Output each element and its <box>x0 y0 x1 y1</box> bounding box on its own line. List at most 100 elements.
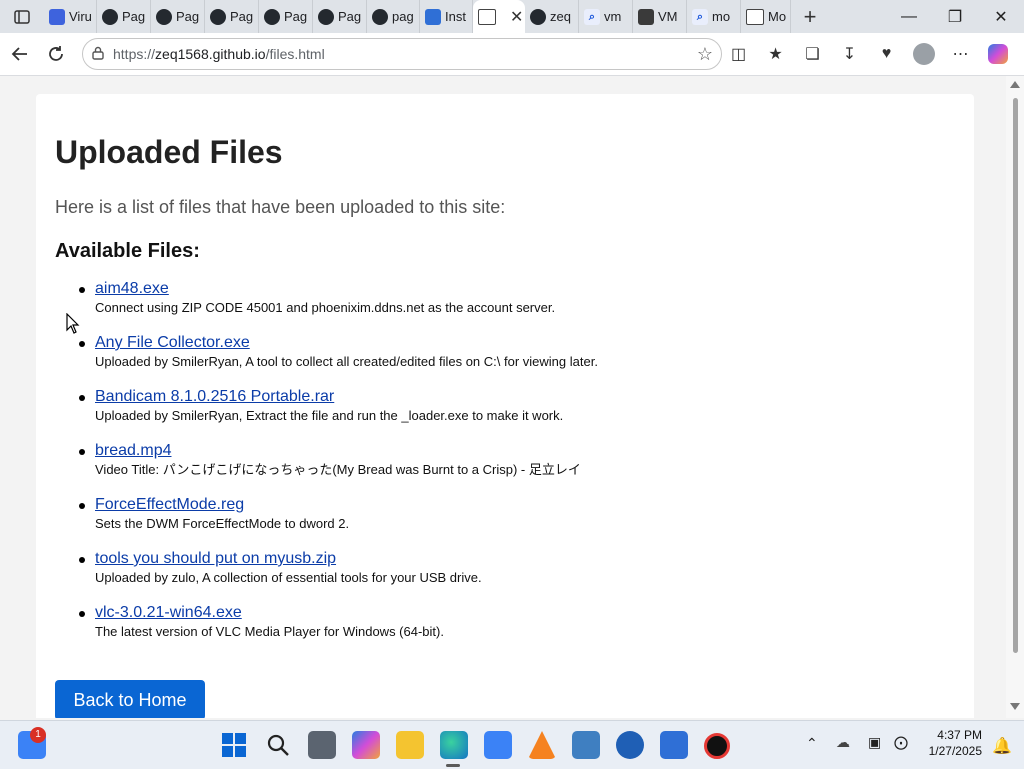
scroll-up-arrow-icon[interactable] <box>1010 81 1020 88</box>
notepad-icon[interactable] <box>660 731 688 759</box>
copilot-taskbar-icon[interactable] <box>352 731 380 759</box>
browser-tab[interactable]: Inst <box>420 0 473 33</box>
start-button[interactable] <box>220 731 248 759</box>
refresh-icon <box>49 46 63 61</box>
taskbar-search-icon[interactable] <box>264 731 292 759</box>
tab-title: pag <box>392 9 414 24</box>
volume-muted-icon[interactable]: ⨀ <box>894 734 908 751</box>
browser-toolbar: https://zeq1568.github.io/files.html ☆ ◫… <box>0 33 1024 76</box>
file-description: Sets the DWM ForceEffectMode to dword 2. <box>95 516 350 531</box>
toolbar-actions: ◫ ★ ❏ ↧ ♥ ⋯ <box>720 33 1016 75</box>
refresh-button[interactable] <box>38 36 74 72</box>
split-screen-icon[interactable]: ◫ <box>720 36 757 72</box>
section-heading: Available Files: <box>55 240 200 262</box>
browser-tab[interactable]: ✕ <box>473 0 525 33</box>
file-description: Uploaded by SmilerRyan, Extract the file… <box>95 408 564 423</box>
browser-tab[interactable]: Pag <box>151 0 205 33</box>
vertical-scrollbar[interactable] <box>1006 76 1024 718</box>
browser-tab[interactable]: Viru <box>44 0 97 33</box>
file-link[interactable]: aim48.exe <box>95 279 895 299</box>
url-scheme: https:// <box>113 46 156 62</box>
browser-tab[interactable]: Pag <box>205 0 259 33</box>
file-list: aim48.exe Connect using ZIP CODE 45001 an… <box>79 279 895 657</box>
photos-icon[interactable] <box>572 731 600 759</box>
task-view-icon[interactable] <box>308 731 336 759</box>
close-window-button[interactable]: ✕ <box>978 0 1024 33</box>
page-viewport: Uploaded Files Here is a list of files t… <box>0 76 1006 718</box>
file-link[interactable]: ForceEffectMode.reg <box>95 495 895 515</box>
new-tab-button[interactable]: + <box>795 4 825 30</box>
tab-title: Viru <box>69 9 92 24</box>
bing-icon <box>425 8 441 25</box>
browser-tab[interactable]: pag <box>367 0 420 33</box>
url-host: zeq1568.github.io <box>155 46 266 62</box>
address-bar[interactable]: https://zeq1568.github.io/files.html ☆ <box>82 38 722 70</box>
page-icon <box>478 8 496 25</box>
page-icon <box>746 8 764 25</box>
tab-title: vm <box>604 9 622 24</box>
browser-tab[interactable]: Pag <box>259 0 313 33</box>
browser-essentials-icon[interactable]: ♥ <box>868 36 905 72</box>
file-description: The latest version of VLC Media Player f… <box>95 624 444 639</box>
browser-tab[interactable]: VM <box>633 0 687 33</box>
back-to-home-button[interactable]: Back to Home <box>55 680 205 718</box>
file-link[interactable]: vlc-3.0.21-win64.exe <box>95 603 895 623</box>
profile-avatar[interactable] <box>905 36 942 72</box>
clock-time: 4:37 PM <box>937 728 982 742</box>
file-explorer-icon[interactable] <box>396 731 424 759</box>
browser-tab[interactable]: ⌕ vm <box>579 0 633 33</box>
downloads-icon[interactable]: ↧ <box>831 36 868 72</box>
github-icon <box>318 8 334 25</box>
collections-icon[interactable]: ❏ <box>794 36 831 72</box>
notification-badge: 1 <box>30 727 46 743</box>
file-description: Video Title: パンこげこげになっちゃった(My Bread was … <box>95 462 581 477</box>
copilot-icon[interactable] <box>979 36 1016 72</box>
more-menu-icon[interactable]: ⋯ <box>942 36 979 72</box>
tab-list: Viru Pag Pag Pag Pag Pag pag Inst ✕ zeq ⌕ vm VM ⌕ mo Mo <box>44 0 791 33</box>
store-icon[interactable] <box>484 731 512 759</box>
file-link[interactable]: tools you should put on myusb.zip <box>95 549 895 569</box>
edge-taskbar-icon[interactable] <box>440 731 468 759</box>
app-b-icon[interactable] <box>616 731 644 759</box>
file-description: Uploaded by zulo, A collection of essent… <box>95 570 482 585</box>
scrollbar-thumb[interactable] <box>1013 98 1018 653</box>
tab-actions-button[interactable] <box>0 0 44 33</box>
vlc-icon[interactable] <box>528 731 556 759</box>
scroll-down-arrow-icon[interactable] <box>1010 703 1020 710</box>
favorite-star-icon[interactable]: ☆ <box>697 44 713 65</box>
file-list-item: aim48.exe Connect using ZIP CODE 45001 an… <box>79 279 895 317</box>
clock[interactable]: 4:37 PM 1/27/2025 <box>918 727 982 759</box>
virustotal-icon <box>49 8 65 25</box>
tray-expand-icon[interactable]: ⌃ <box>806 735 818 752</box>
tab-close-icon[interactable]: ✕ <box>510 7 523 27</box>
file-list-item: ForceEffectMode.reg Sets the DWM ForceEff… <box>79 495 895 533</box>
onedrive-icon[interactable]: ☁ <box>836 734 850 751</box>
content-card: Uploaded Files Here is a list of files t… <box>36 94 974 718</box>
search-icon: ⌕ <box>584 8 600 25</box>
taskbar: 1 ⌃ ☁ ▣ ⨀ 4:37 PM 1/27/2025 🔔 <box>0 720 1024 769</box>
site-info-icon[interactable] <box>83 46 113 63</box>
network-icon[interactable]: ▣ <box>868 734 881 751</box>
record-icon[interactable] <box>704 733 730 759</box>
search-icon: ⌕ <box>692 8 708 25</box>
url-text[interactable]: https://zeq1568.github.io/files.html <box>113 46 325 62</box>
browser-tab[interactable]: ⌕ mo <box>687 0 741 33</box>
github-icon <box>156 8 172 25</box>
vm-icon <box>638 8 654 25</box>
file-link[interactable]: bread.mp4 <box>95 441 895 461</box>
file-list-item: Bandicam 8.1.0.2516 Portable.rar Uploaded… <box>79 387 895 425</box>
tab-title: Inst <box>445 9 466 24</box>
file-list-item: Any File Collector.exe Uploaded by Smiler… <box>79 333 895 371</box>
file-link[interactable]: Any File Collector.exe <box>95 333 895 353</box>
file-link[interactable]: Bandicam 8.1.0.2516 Portable.rar <box>95 387 895 407</box>
notifications-bell-icon[interactable]: 🔔 <box>992 736 1012 756</box>
browser-tab[interactable]: zeq <box>525 0 579 33</box>
minimize-button[interactable]: — <box>886 0 932 33</box>
restore-button[interactable]: ❐ <box>932 0 978 33</box>
browser-tab[interactable]: Pag <box>313 0 367 33</box>
browser-tab[interactable]: Pag <box>97 0 151 33</box>
browser-tab[interactable]: Mo <box>741 0 791 33</box>
favorites-icon[interactable]: ★ <box>757 36 794 72</box>
back-button[interactable] <box>2 36 38 72</box>
tab-title: Pag <box>176 9 200 24</box>
